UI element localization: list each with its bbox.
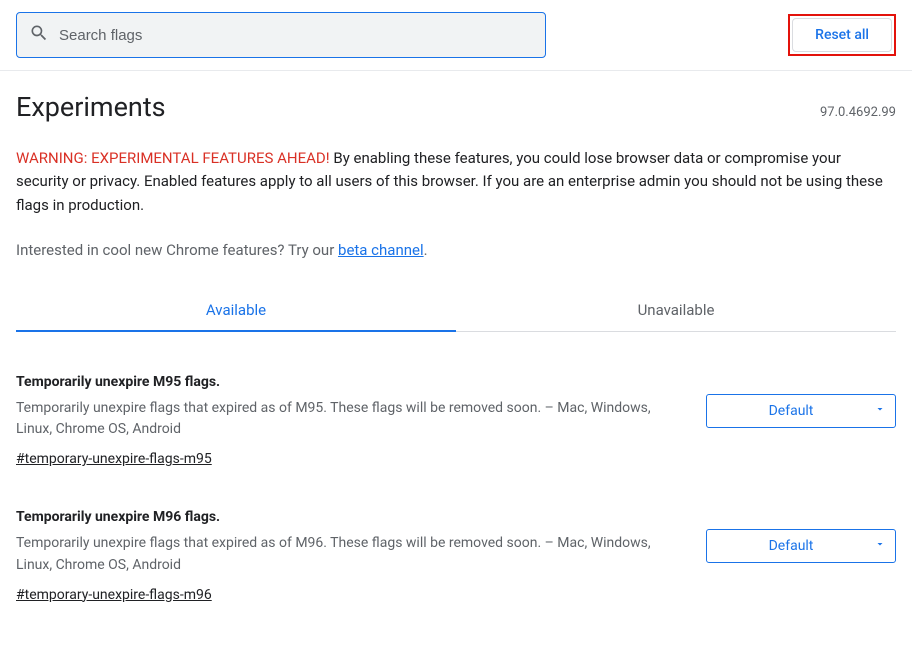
flag-description: Temporarily unexpire flags that expired … <box>16 398 674 441</box>
search-icon <box>29 23 59 47</box>
reset-highlight: Reset all <box>788 14 896 56</box>
warning-prefix: WARNING: EXPERIMENTAL FEATURES AHEAD! <box>16 149 330 167</box>
flag-hash-link[interactable]: #temporary-unexpire-flags-m96 <box>16 587 212 603</box>
flag-dropdown[interactable]: Default <box>706 529 896 563</box>
flag-hash-link[interactable]: #temporary-unexpire-flags-m95 <box>16 451 212 467</box>
reset-all-button[interactable]: Reset all <box>792 18 892 52</box>
flag-select-wrap: Default <box>706 394 896 428</box>
tabs: Available Unavailable <box>16 289 896 332</box>
top-bar: Reset all <box>0 0 912 71</box>
content-region: Experiments 97.0.4692.99 WARNING: EXPERI… <box>0 71 912 669</box>
cta-period: . <box>424 241 428 259</box>
tab-available[interactable]: Available <box>16 289 456 331</box>
flag-title: Temporarily unexpire M96 flags. <box>16 509 674 525</box>
page-title: Experiments <box>16 91 166 123</box>
flag-description: Temporarily unexpire flags that expired … <box>16 533 674 576</box>
flag-item: Temporarily unexpire M96 flags. Temporar… <box>16 509 896 602</box>
flag-dropdown[interactable]: Default <box>706 394 896 428</box>
flags-list: Temporarily unexpire M95 flags. Temporar… <box>16 332 896 603</box>
cta-lead: Interested in cool new Chrome features? … <box>16 241 338 259</box>
title-row: Experiments 97.0.4692.99 <box>16 91 896 123</box>
version-label: 97.0.4692.99 <box>820 105 896 120</box>
flag-text: Temporarily unexpire M96 flags. Temporar… <box>16 509 674 602</box>
search-container <box>16 12 546 58</box>
flag-item: Temporarily unexpire M95 flags. Temporar… <box>16 374 896 467</box>
flag-text: Temporarily unexpire M95 flags. Temporar… <box>16 374 674 467</box>
cta-line: Interested in cool new Chrome features? … <box>16 241 896 259</box>
beta-channel-link[interactable]: beta channel <box>338 241 424 259</box>
warning-block: WARNING: EXPERIMENTAL FEATURES AHEAD! By… <box>16 147 896 217</box>
flag-select-wrap: Default <box>706 529 896 563</box>
search-input[interactable] <box>59 13 533 57</box>
flag-title: Temporarily unexpire M95 flags. <box>16 374 674 390</box>
tab-unavailable[interactable]: Unavailable <box>456 289 896 331</box>
